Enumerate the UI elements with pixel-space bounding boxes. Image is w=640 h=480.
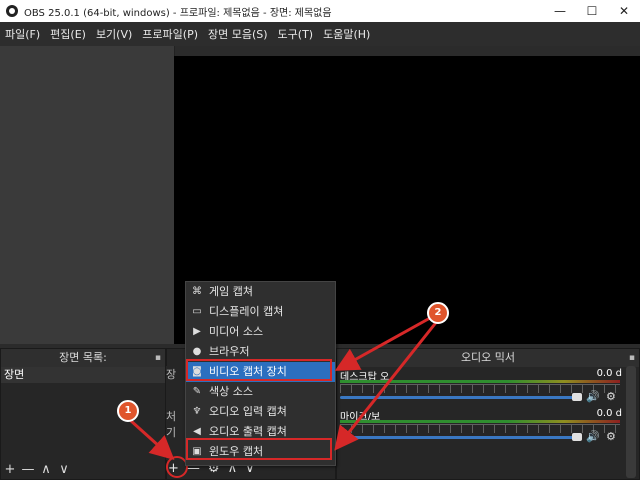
step-badge-2: 2: [427, 302, 449, 324]
mixer-scrollbar[interactable]: [626, 366, 636, 478]
menu-help[interactable]: 도움말(H): [318, 26, 375, 42]
move-scene-up-button[interactable]: ∧: [39, 462, 53, 477]
menu-tools[interactable]: 도구(T): [273, 26, 319, 42]
track-db-readout: 0.0 d: [596, 408, 622, 419]
remove-scene-button[interactable]: —: [21, 462, 35, 477]
volume-slider[interactable]: [340, 436, 576, 439]
menu-item-color-source[interactable]: ✎ 색상 소스: [186, 382, 335, 402]
scenes-dock-header: 장면 목록: ▪: [1, 349, 165, 367]
close-button[interactable]: ✕: [608, 0, 640, 22]
menu-item-audio-input-capture[interactable]: ♆ 오디오 입력 캡쳐: [186, 402, 335, 422]
move-scene-down-button[interactable]: ∨: [57, 462, 71, 477]
add-scene-button[interactable]: +: [3, 462, 17, 477]
step-badge-1: 1: [117, 400, 139, 422]
volume-slider[interactable]: [340, 396, 576, 399]
volume-slider-handle[interactable]: [572, 433, 582, 441]
meter-scale: [340, 424, 620, 433]
menu-item-media-source[interactable]: ▶ 미디어 소스: [186, 322, 335, 342]
gear-icon[interactable]: ⚙: [606, 430, 616, 443]
menu-bar: 파일(F) 편집(E) 보기(V) 프로파일(P) 장면 모음(S) 도구(T)…: [0, 22, 640, 46]
speaker-icon[interactable]: 🔊: [586, 430, 600, 443]
highlight-box-video-capture: [186, 359, 332, 381]
title-bar: OBS 25.0.1 (64-bit, windows) - 프로파일: 제목없…: [0, 0, 640, 22]
mixer-track: 마이크/보 0.0 d 🔊 ⚙: [340, 408, 622, 452]
brush-icon: ✎: [192, 386, 202, 397]
monitor-icon: ▭: [192, 306, 202, 317]
menu-scene-collection[interactable]: 장면 모음(S): [203, 26, 273, 42]
play-icon: ▶: [193, 326, 201, 337]
menu-item-game-capture[interactable]: ⌘ 게임 캡쳐: [186, 282, 335, 302]
track-db-readout: 0.0 d: [596, 368, 622, 379]
menu-view[interactable]: 보기(V): [91, 26, 137, 42]
audio-mixer-header: 오디오 믹서 ▪: [337, 349, 639, 367]
sources-partial-text: 처기: [166, 410, 177, 439]
mixer-track: 데스크탑 오 0.0 d 🔊 ⚙: [340, 368, 622, 412]
volume-meter: [340, 420, 620, 423]
float-dock-icon[interactable]: ▪: [155, 349, 161, 367]
gamepad-icon: ⌘: [192, 286, 202, 297]
minimize-button[interactable]: —: [544, 0, 576, 22]
scene-list-item[interactable]: 장면: [1, 367, 165, 383]
menu-file[interactable]: 파일(F): [0, 26, 45, 42]
menu-item-display-capture[interactable]: ▭ 디스플레이 캡쳐: [186, 302, 335, 322]
meter-scale: [340, 384, 620, 393]
sources-list: 장 처기: [166, 366, 186, 460]
menu-edit[interactable]: 편집(E): [45, 26, 91, 42]
volume-meter: [340, 380, 620, 383]
scenes-dock-title: 장면 목록:: [59, 351, 107, 364]
highlight-box-window-capture: [186, 438, 332, 460]
volume-slider-handle[interactable]: [572, 393, 582, 401]
window-title: OBS 25.0.1 (64-bit, windows) - 프로파일: 제목없…: [24, 7, 332, 19]
gear-icon[interactable]: ⚙: [606, 390, 616, 403]
scenes-toolbar: + — ∧ ∨: [1, 459, 165, 479]
scenes-dock: 장면 목록: ▪ 장면 + — ∧ ∨: [0, 348, 166, 480]
speaker-icon[interactable]: 🔊: [586, 390, 600, 403]
sources-partial-text: 장: [166, 368, 177, 381]
maximize-button[interactable]: ☐: [576, 0, 608, 22]
microphone-icon: ♆: [192, 406, 202, 417]
left-empty-pane: [0, 46, 175, 344]
menu-profile[interactable]: 프로파일(P): [137, 26, 203, 42]
float-dock-icon[interactable]: ▪: [629, 349, 635, 367]
obs-logo-icon: [6, 5, 18, 17]
audio-mixer-title: 오디오 믹서: [460, 351, 516, 364]
